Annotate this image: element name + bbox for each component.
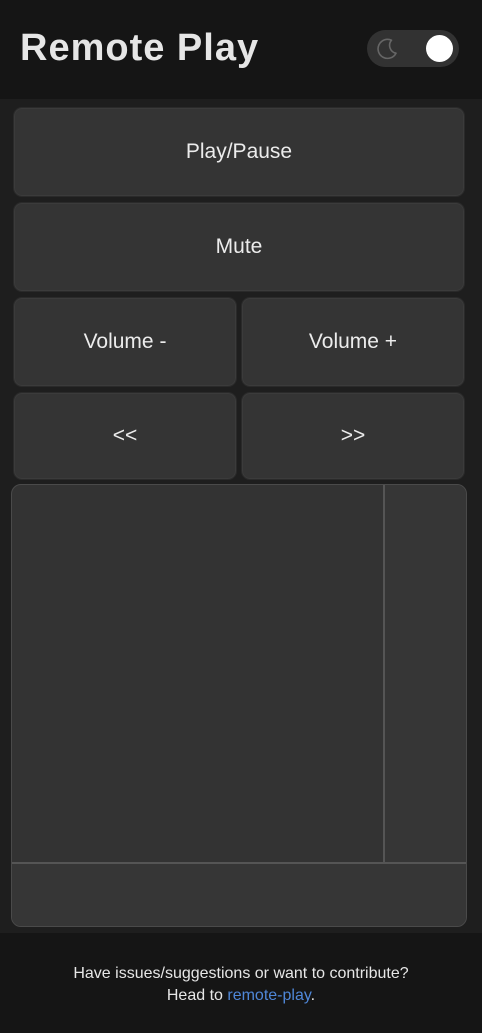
volume-down-button[interactable]: Volume - — [13, 297, 237, 387]
vertical-scroll-area[interactable] — [383, 485, 466, 863]
moon-icon — [377, 38, 397, 60]
footer-suffix: . — [310, 987, 316, 1004]
volume-up-button[interactable]: Volume + — [241, 297, 465, 387]
footer: Have issues/suggestions or want to contr… — [0, 933, 482, 1033]
app-header: Remote Play — [0, 0, 482, 99]
horizontal-scroll-area[interactable] — [12, 862, 466, 926]
footer-text: Have issues/suggestions or want to contr… — [0, 963, 482, 1007]
footer-line-1: Have issues/suggestions or want to contr… — [73, 965, 409, 982]
touchpad[interactable] — [11, 484, 467, 927]
footer-prefix: Head to — [166, 987, 228, 1004]
forward-button[interactable]: >> — [241, 392, 465, 480]
repo-link[interactable]: remote-play — [227, 987, 310, 1004]
rewind-button[interactable]: << — [13, 392, 237, 480]
dark-mode-toggle[interactable] — [367, 30, 459, 67]
mute-button[interactable]: Mute — [13, 202, 465, 292]
play-pause-button[interactable]: Play/Pause — [13, 107, 465, 197]
toggle-knob — [426, 35, 453, 62]
page-title: Remote Play — [20, 27, 260, 69]
footer-line-2: Head to remote-play. — [0, 985, 482, 1007]
